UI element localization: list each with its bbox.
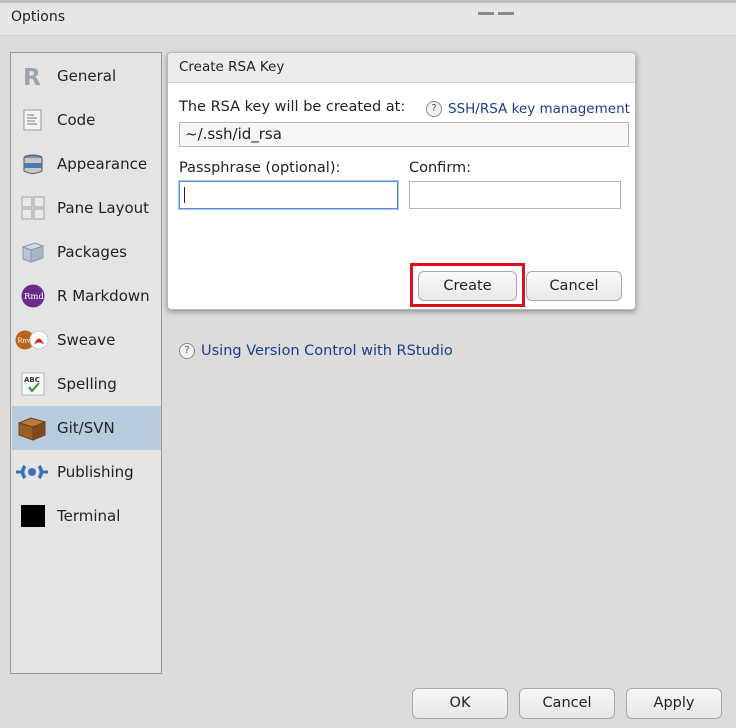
titlebar-marks [478,0,518,15]
sidebar-item-sweave[interactable]: Rnw Sweave [12,318,161,362]
text-caret [184,187,185,203]
sidebar-item-terminal[interactable]: Terminal [12,494,161,538]
sidebar-item-label: Appearance [57,155,148,173]
r-logo-icon: R [21,64,45,91]
sidebar-item-publishing[interactable]: Publishing [12,450,161,494]
options-window: Options R General Code Appearance Pane L… [0,0,736,728]
spelling-abc-icon: ABC [21,372,45,396]
pane-layout-icon [21,196,45,220]
sidebar-item-general[interactable]: R General [12,54,161,98]
code-document-icon [21,108,45,132]
sidebar-item-spelling[interactable]: ABC Spelling [12,362,161,406]
sidebar-item-appearance[interactable]: Appearance [12,142,161,186]
dialog-cancel-button[interactable]: Cancel [526,271,622,301]
dialog-title: Create RSA Key [179,59,285,75]
create-rsa-key-dialog: Create RSA Key The RSA key will be creat… [167,52,636,310]
help-question-icon: ? [179,343,195,359]
svg-text:R: R [23,65,41,88]
sidebar-item-label: Git/SVN [57,419,115,437]
sidebar-item-label: Packages [57,243,127,261]
sidebar-item-label: Code [57,111,96,129]
passphrase-input[interactable] [179,181,398,209]
rmd-icon: Rmd [21,284,45,308]
git-box-icon [17,415,47,441]
passphrase-label: Passphrase (optional): [179,160,341,176]
help-question-icon: ? [426,101,442,117]
rsa-key-path-field: ~/.ssh/id_rsa [179,122,629,147]
version-control-help-link[interactable]: ? Using Version Control with RStudio [179,343,453,359]
dialog-titlebar: Create RSA Key [168,53,635,83]
sidebar-item-packages[interactable]: Packages [12,230,161,274]
package-box-icon [21,240,45,264]
svg-text:ABC: ABC [24,376,40,384]
options-sidebar: R General Code Appearance Pane Layout Pa… [10,52,162,674]
apply-button[interactable]: Apply [626,688,722,719]
sidebar-item-label: R Markdown [57,287,150,305]
sweave-icon: Rnw [15,328,49,352]
sidebar-item-label: Pane Layout [57,199,150,217]
window-title: Options [11,9,66,25]
paint-bucket-icon [21,152,45,176]
sidebar-item-git-svn[interactable]: Git/SVN [12,406,161,450]
svg-text:Rmd: Rmd [24,292,44,302]
ssh-link-text: SSH/RSA key management [448,101,630,117]
ok-button[interactable]: OK [412,688,508,719]
create-button[interactable]: Create [418,271,517,301]
sidebar-item-label: Terminal [57,507,121,525]
terminal-icon [21,504,45,528]
sidebar-item-label: Sweave [57,331,116,349]
confirm-input[interactable] [409,181,621,209]
cancel-button[interactable]: Cancel [519,688,615,719]
sidebar-item-pane-layout[interactable]: Pane Layout [12,186,161,230]
help-link-text: Using Version Control with RStudio [201,343,453,359]
confirm-label: Confirm: [409,160,472,176]
sidebar-item-label: General [57,67,117,85]
window-titlebar: Options [0,0,736,36]
titlebar-top-edge [0,0,736,3]
rsa-location-label: The RSA key will be created at: [179,99,406,115]
sidebar-item-r-markdown[interactable]: Rmd R Markdown [12,274,161,318]
ssh-rsa-key-management-link[interactable]: ? SSH/RSA key management [426,101,630,117]
publishing-icon [16,460,48,484]
sidebar-item-code[interactable]: Code [12,98,161,142]
sidebar-item-label: Spelling [57,375,117,393]
sidebar-item-label: Publishing [57,463,134,481]
